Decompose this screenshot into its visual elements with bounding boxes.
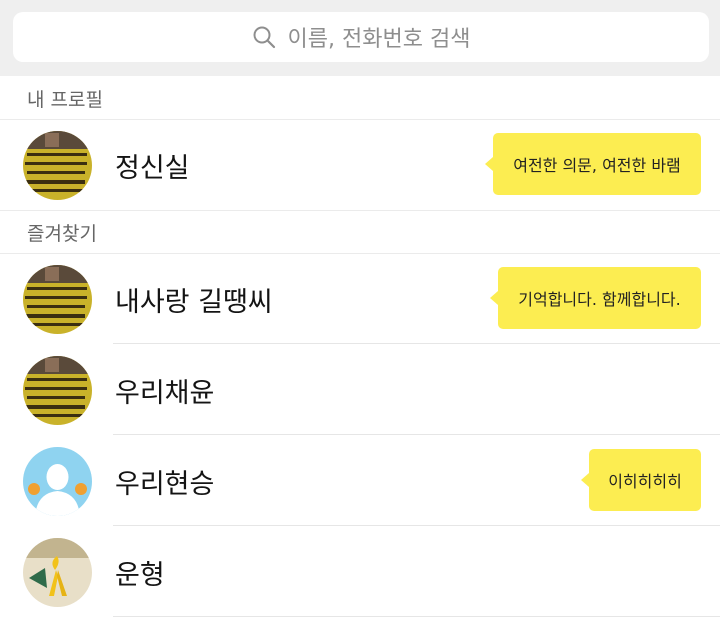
status-message: 여전한 의문, 여전한 바램 — [513, 156, 681, 175]
avatar — [23, 131, 92, 200]
search-input[interactable]: 이름, 전화번호 검색 — [13, 12, 709, 62]
avatar — [23, 447, 92, 516]
avatar — [23, 538, 92, 607]
status-message: 기억합니다. 함께합니다. — [518, 290, 681, 309]
list-item[interactable]: 우리채윤 — [0, 345, 720, 435]
list-item[interactable]: 우리현승 이히히히히 — [0, 436, 720, 526]
status-message: 이히히히히 — [608, 472, 682, 491]
contact-name: 우리현승 — [115, 469, 215, 500]
contact-name: 내사랑 길땡씨 — [115, 287, 273, 318]
divider — [113, 343, 720, 344]
divider — [113, 525, 720, 526]
section-header-my-profile: 내 프로필 — [0, 76, 720, 120]
contact-name: 정신실 — [115, 153, 190, 184]
avatar — [23, 356, 92, 425]
contact-name: 우리채윤 — [115, 378, 215, 409]
contact-name: 운형 — [115, 560, 165, 591]
status-message-bubble: 여전한 의문, 여전한 바램 — [485, 133, 701, 195]
list-item[interactable]: 운형 — [0, 527, 720, 617]
section-title-favorites: 즐겨찾기 — [27, 223, 97, 245]
section-header-favorites: 즐겨찾기 — [0, 210, 720, 254]
divider — [113, 616, 720, 617]
list-item[interactable]: 내사랑 길땡씨 기억합니다. 함께합니다. — [0, 254, 720, 344]
search-placeholder: 이름, 전화번호 검색 — [287, 27, 471, 52]
avatar — [23, 265, 92, 334]
status-message-bubble: 기억합니다. 함께합니다. — [490, 267, 701, 329]
divider — [113, 434, 720, 435]
search-bar-area: 이름, 전화번호 검색 — [0, 0, 720, 76]
status-message-bubble: 이히히히히 — [581, 449, 701, 511]
section-title-my-profile: 내 프로필 — [27, 89, 103, 111]
my-profile-row[interactable]: 정신실 여전한 의문, 여전한 바램 — [0, 120, 720, 210]
search-icon — [253, 26, 275, 49]
